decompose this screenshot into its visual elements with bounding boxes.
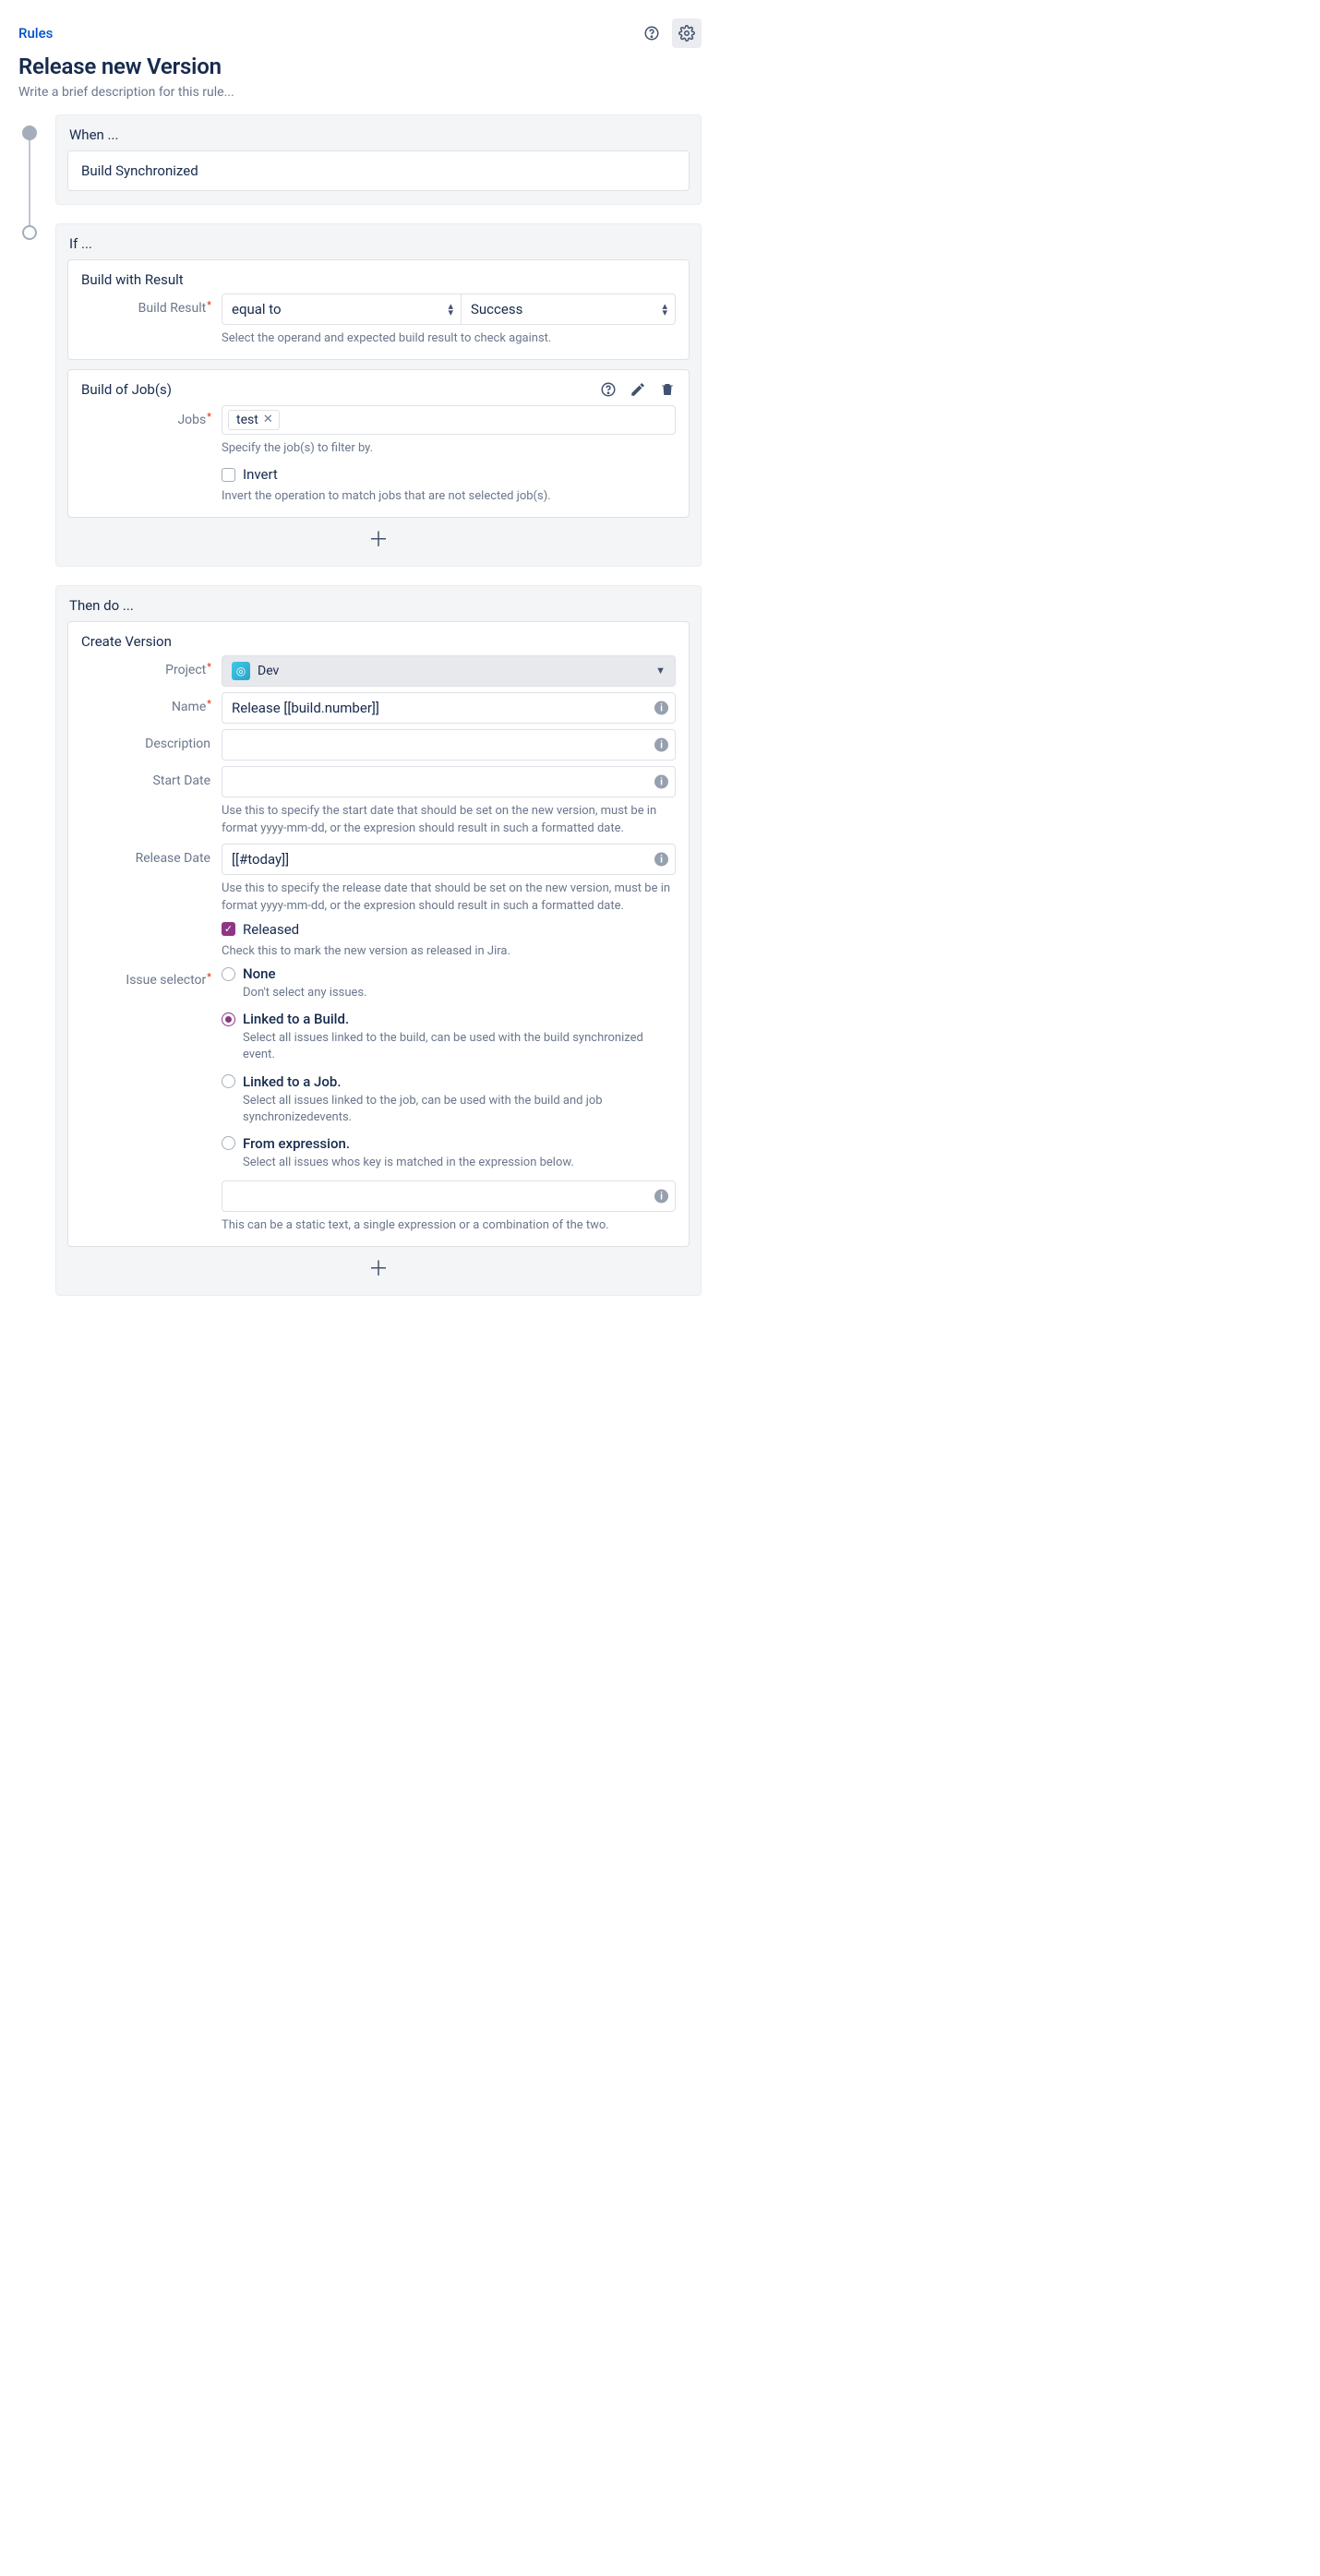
trigger-name: Build Synchronized [81,162,198,179]
project-icon: ◎ [232,662,250,680]
description-input[interactable] [222,729,676,761]
if-dot [22,225,37,240]
issue-selector-none-help: Don't select any issues. [243,985,676,1001]
job-token: test ✕ [228,410,280,430]
info-icon[interactable]: i [654,701,668,714]
released-label: Released [243,921,299,938]
name-label: Name [172,700,206,714]
edit-icon[interactable] [630,381,646,398]
issue-selector-job[interactable]: Linked to a Job. [222,1073,676,1090]
info-icon[interactable]: i [654,852,668,866]
when-dot [22,126,37,140]
then-create-version-panel: Create Version Project* ◎ Dev ▼ Name* [67,621,690,1247]
when-label: When ... [69,126,690,143]
build-result-operand-select[interactable]: equal to ▴▾ [222,294,462,325]
info-icon[interactable]: i [654,737,668,751]
release-date-label: Release Date [136,851,210,866]
release-date-input[interactable] [222,844,676,875]
expression-input[interactable] [222,1180,676,1212]
invert-help: Invert the operation to match jobs that … [222,487,676,506]
released-help: Check this to mark the new version as re… [222,942,676,961]
name-input[interactable] [222,692,676,724]
start-date-input[interactable] [222,766,676,797]
select-arrows-icon: ▴▾ [448,303,453,316]
rules-link[interactable]: Rules [18,25,53,42]
rule-description-placeholder[interactable]: Write a brief description for this rule.… [18,85,702,100]
start-date-label: Start Date [153,773,210,788]
jobs-help: Specify the job(s) to filter by. [222,439,676,458]
expression-help: This can be a static text, a single expr… [222,1216,676,1235]
invert-label: Invert [243,466,278,483]
issue-selector-build[interactable]: Linked to a Build. [222,1011,676,1027]
jobs-label: Jobs [177,413,206,427]
issue-selector-job-help: Select all issues linked to the job, can… [243,1093,676,1126]
issue-selector-none[interactable]: None [222,965,676,982]
build-result-title: Build with Result [81,271,676,288]
rail-line [29,133,30,233]
if-label: If ... [69,235,690,252]
then-label: Then do ... [69,597,690,614]
when-trigger-panel[interactable]: Build Synchronized [67,150,690,191]
build-result-label: Build Result [138,301,207,316]
help-icon[interactable] [637,18,666,48]
issue-selector-label: Issue selector [126,973,206,988]
released-checkbox[interactable]: ✓ [222,922,235,936]
info-icon[interactable]: i [654,774,668,788]
build-jobs-title: Build of Job(s) [81,381,172,398]
page-title: Release new Version [18,54,702,79]
remove-token-icon[interactable]: ✕ [263,413,273,426]
settings-icon[interactable] [672,18,702,48]
help-icon[interactable] [600,381,617,398]
issue-selector-expression[interactable]: From expression. [222,1135,676,1152]
start-date-help: Use this to specify the start date that … [222,802,676,838]
jobs-input[interactable]: test ✕ [222,405,676,435]
create-version-title: Create Version [81,633,676,650]
if-section: If ... Build with Result Build Result* e… [55,223,702,567]
chevron-down-icon: ▼ [655,665,666,677]
description-label: Description [145,737,210,751]
then-section: Then do ... Create Version Project* ◎ De… [55,585,702,1296]
project-label: Project [165,663,206,677]
info-icon[interactable]: i [654,1190,668,1204]
if-build-jobs-panel: Build of Job(s) Jobs* test ✕ [67,369,690,518]
add-condition-button[interactable]: ＋ [67,518,690,553]
select-arrows-icon: ▴▾ [662,303,667,316]
build-result-help: Select the operand and expected build re… [222,329,676,348]
issue-selector-build-help: Select all issues linked to the build, c… [243,1030,676,1063]
release-date-help: Use this to specify the release date tha… [222,880,676,916]
project-select[interactable]: ◎ Dev ▼ [222,655,676,687]
build-result-value-select[interactable]: Success ▴▾ [462,294,676,325]
delete-icon[interactable] [659,381,676,398]
invert-checkbox[interactable] [222,468,235,482]
when-section: When ... Build Synchronized [55,114,702,205]
if-build-result-panel: Build with Result Build Result* equal to… [67,259,690,360]
issue-selector-expression-help: Select all issues whos key is matched in… [243,1155,676,1171]
add-action-button[interactable]: ＋ [67,1247,690,1282]
